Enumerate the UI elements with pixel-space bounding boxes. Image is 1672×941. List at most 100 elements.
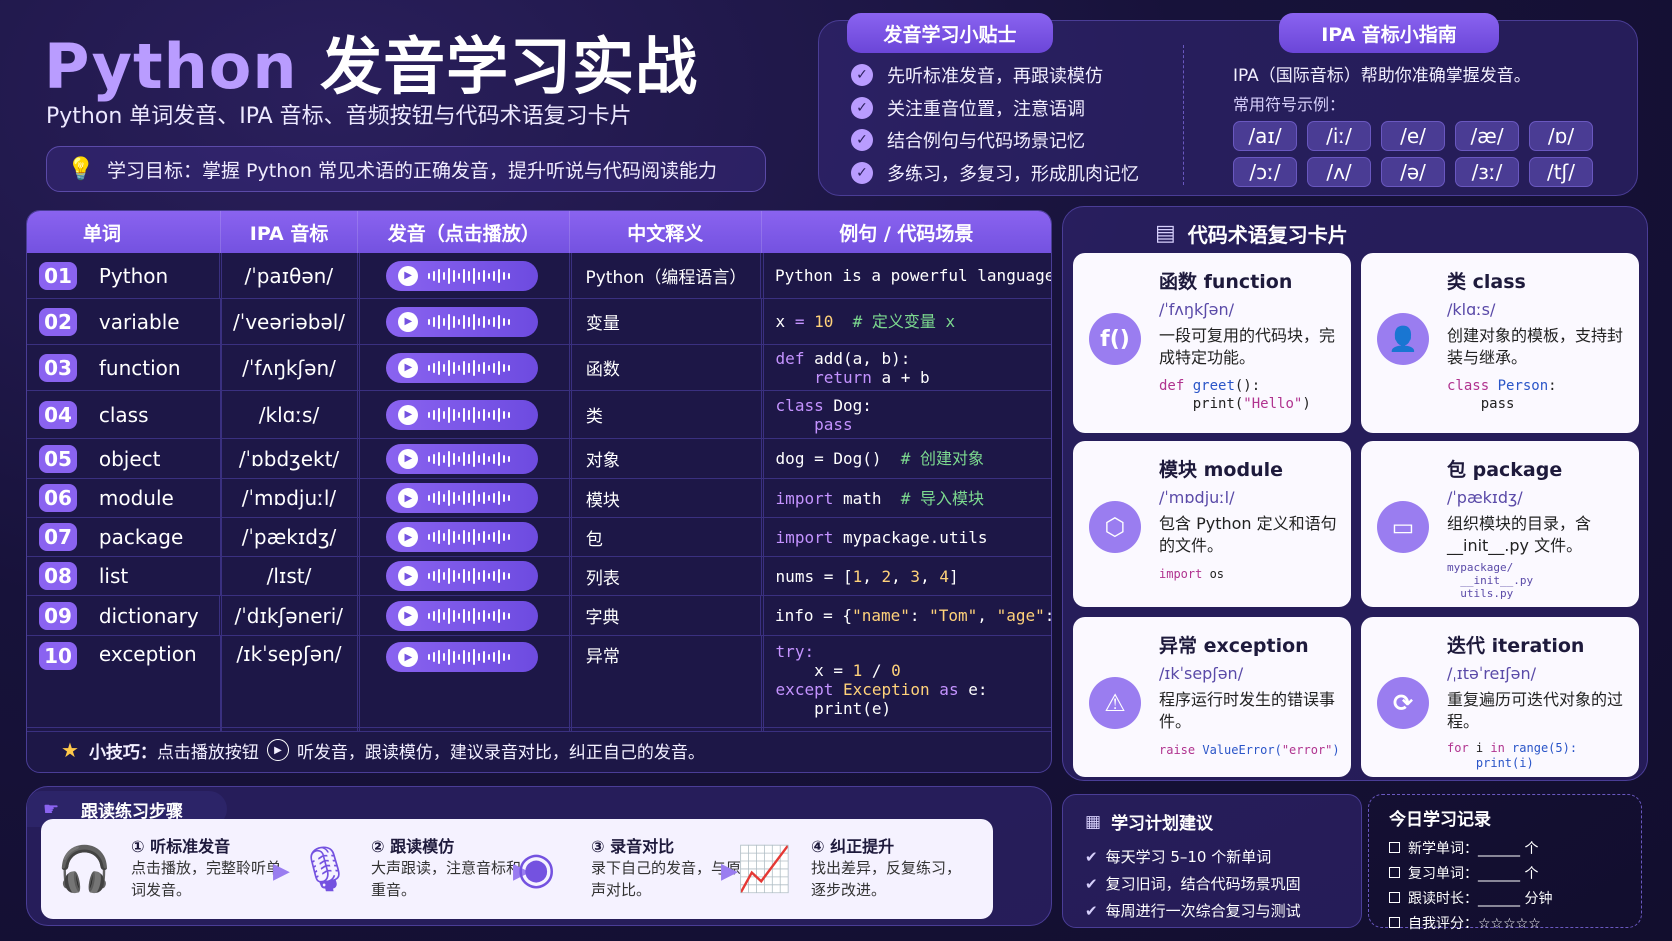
row-number-cell: 03: [27, 345, 89, 390]
ipa-symbol: /tʃ/: [1529, 157, 1593, 187]
card-package[interactable]: ▭ 包 package /ˈpækɪdʒ/ 组织模块的目录，含 __init__…: [1361, 441, 1639, 607]
waveform-icon: [428, 529, 511, 545]
person-icon: 👤: [1377, 313, 1429, 365]
waveform-icon: [428, 267, 511, 284]
meaning-cell: 字典: [570, 596, 761, 635]
cards-title: ▤ 代码术语复习卡片: [1155, 221, 1348, 247]
row-number: 06: [39, 484, 77, 512]
record-item[interactable]: 复习单词：______ 个: [1389, 863, 1641, 883]
calendar-icon: ▦: [1085, 811, 1102, 832]
check-icon: ✔: [1085, 848, 1098, 866]
plan-item: ✔ 每周进行一次综合复习与测试: [1085, 902, 1301, 920]
tip-item: ✓ 关注重音位置，注意语调: [851, 92, 1139, 125]
record-item[interactable]: 自我评分：☆☆☆☆☆: [1389, 913, 1641, 933]
check-icon: ✓: [851, 96, 873, 119]
play-audio-button[interactable]: ▶: [386, 561, 539, 591]
table-row: 02 variable/ˈveəriəbəl/ ▶ 变量 x = 10 # 定义变量 x: [27, 299, 1051, 345]
tips-title: 发音学习小贴士: [847, 13, 1053, 53]
cycle-icon: ⟳: [1377, 677, 1429, 729]
play-icon: ▶: [398, 605, 419, 626]
table-row: 04 class/klɑːs/ ▶ 类 class Dog: pass: [27, 391, 1051, 439]
row-number: 04: [39, 400, 77, 429]
arrow-icon: ▶: [721, 859, 738, 884]
ipa-cell: /ˈɒbdʒekt/: [221, 439, 359, 478]
play-icon: ▶: [398, 357, 419, 378]
record-title: 今日学习记录: [1389, 810, 1491, 830]
audio-cell: ▶: [358, 439, 570, 478]
example-code: try: x = 1 / 0 except Exception as e: pr…: [775, 642, 988, 718]
audio-cell: ▶: [358, 596, 570, 635]
play-audio-button[interactable]: ▶: [386, 352, 539, 383]
row-number-cell: 08: [27, 557, 89, 595]
chart-up-icon: 📈: [737, 844, 792, 895]
record-item[interactable]: 新学单词：______ 个: [1389, 838, 1641, 858]
table-row: 06 module/ˈmɒdjuːl/ ▶ 模块 import math # 导入模块: [27, 479, 1051, 518]
card-exception[interactable]: ⚠ 异常 exception /ɪkˈsepʃən/ 程序运行时发生的错误事件。…: [1073, 617, 1351, 777]
divider: [1183, 45, 1184, 185]
row-number-cell: 10: [27, 636, 89, 731]
waveform-icon: [428, 359, 511, 376]
tip-item: ✓ 先听标准发音，再跟读模仿: [851, 59, 1139, 92]
example-code: def add(a, b): return a + b: [775, 348, 930, 387]
star-icon: ★: [61, 738, 79, 762]
row-number: 10: [39, 642, 77, 670]
audio-cell: ▶: [358, 391, 570, 438]
meaning-cell: 模块: [570, 479, 762, 517]
hand-icon: ☛: [43, 798, 60, 820]
table-row: 08 list/lɪst/ ▶ 列表 nums = [1, 2, 3, 4]: [27, 557, 1051, 596]
row-number: 05: [39, 444, 77, 473]
play-audio-button[interactable]: ▶: [386, 306, 539, 337]
column-divider: [763, 253, 764, 732]
meaning-cell: 变量: [570, 299, 762, 344]
example-cell: info = {"name": "Tom", "age": 20}: [761, 596, 1051, 635]
play-icon: ▶: [398, 527, 419, 547]
example-code: import math # 导入模块: [775, 488, 985, 508]
row-number-cell: 04: [27, 391, 89, 438]
card-function[interactable]: f() 函数 function /ˈfʌŋkʃən/ 一段可复用的代码块，完成特…: [1073, 253, 1351, 433]
play-audio-button[interactable]: ▶: [386, 483, 539, 513]
row-number-cell: 07: [27, 518, 89, 556]
row-number: 07: [39, 523, 77, 551]
play-icon: ▶: [398, 448, 419, 469]
folder-icon: ▭: [1377, 501, 1429, 553]
ipa-symbol: /aɪ/: [1233, 121, 1297, 151]
example-cell: nums = [1, 2, 3, 4]: [762, 557, 1051, 595]
play-audio-button[interactable]: ▶: [386, 522, 539, 552]
card-module[interactable]: ⬡ 模块 module /ˈmɒdjuːl/ 包含 Python 定义和语句的文…: [1073, 441, 1351, 607]
ipa-guide-line1: IPA（国际音标）帮助你准确掌握发音。: [1233, 66, 1531, 86]
meaning-cell: 类: [570, 391, 762, 438]
ipa-symbol: /ɜː/: [1455, 157, 1519, 187]
book-icon: ▤: [1155, 221, 1176, 246]
table-row: 10 exception/ɪkˈsepʃən/ ▶ 异常 try: x = 1 / 0 …: [27, 636, 1051, 732]
checkbox: [1389, 842, 1400, 853]
row-number-cell: 06: [27, 479, 89, 517]
example-cell: Python is a powerful language.: [761, 253, 1051, 298]
play-audio-button[interactable]: ▶: [386, 600, 539, 631]
play-audio-button[interactable]: ▶: [386, 443, 539, 474]
table-row: 01 Python/ˈpaɪθən/ ▶ Python（编程语言） Python is …: [27, 253, 1051, 299]
meaning-cell: 对象: [570, 439, 762, 478]
row-number: 03: [39, 353, 77, 382]
example-cell: import math # 导入模块: [762, 479, 1051, 517]
meaning-cell: Python（编程语言）: [570, 253, 761, 298]
record-item[interactable]: 跟读时长：______ 分钟: [1389, 888, 1641, 908]
play-audio-button[interactable]: ▶: [386, 642, 539, 672]
plan-title: ▦ 学习计划建议: [1085, 811, 1214, 835]
example-code: import mypackage.utils: [775, 527, 988, 547]
ipa-symbol: /ɒ/: [1529, 121, 1593, 151]
play-audio-button[interactable]: ▶: [386, 260, 539, 291]
learning-goal: 💡 学习目标：掌握 Python 常见术语的正确发音，提升听说与代码阅读能力: [46, 146, 766, 192]
col-meaning: 中文释义: [570, 211, 762, 253]
example-cell: class Dog: pass: [762, 391, 1051, 438]
example-cell: try: x = 1 / 0 except Exception as e: pr…: [762, 636, 1051, 731]
word-cell: list: [89, 557, 221, 595]
card-class[interactable]: 👤 类 class /klɑːs/ 创建对象的模板，支持封装与继承。 class…: [1361, 253, 1639, 433]
play-icon: ▶: [398, 404, 419, 425]
column-divider: [359, 253, 360, 732]
example-code: class Dog: pass: [775, 395, 872, 434]
plan-item: ✔ 复习旧词，结合代码场景巩固: [1085, 875, 1301, 893]
play-audio-button[interactable]: ▶: [386, 399, 539, 430]
waveform-icon: [428, 649, 511, 665]
card-iteration[interactable]: ⟳ 迭代 iteration /ˌɪtəˈreɪʃən/ 重复遍历可迭代对象的过…: [1361, 617, 1639, 777]
practice-steps-panel: ☛ 跟读练习步骤 🎧 ① 听标准发音 点击播放，完整聆听单词发音。 ▶ 🎙 ② …: [26, 786, 1052, 926]
